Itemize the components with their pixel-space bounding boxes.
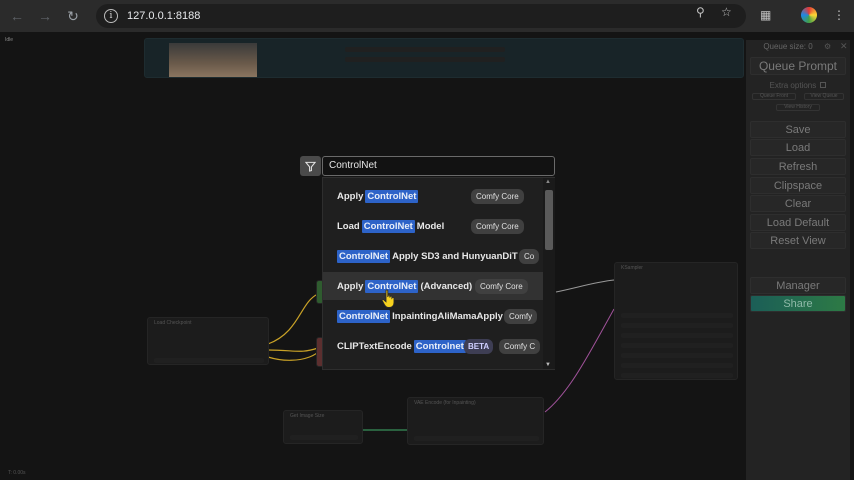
node-title: KSampler <box>621 265 643 271</box>
category-badge: Comfy Core <box>471 189 524 204</box>
vae-encode-node[interactable]: VAE Encode (for Inpainting) <box>407 397 544 445</box>
node-search-input[interactable]: ControlNet <box>322 156 555 176</box>
share-button[interactable]: Share <box>750 295 846 312</box>
search-results-list: Apply ControlNet Comfy Core Load Control… <box>322 177 555 370</box>
url-text: 127.0.0.1:8188 <box>127 10 201 22</box>
bookmark-star-icon[interactable]: ☆ <box>721 5 732 19</box>
kebab-menu-icon[interactable]: ⋮ <box>833 8 845 22</box>
node-title: VAE Encode (for Inpainting) <box>414 400 476 406</box>
filter-funnel-icon <box>305 161 316 172</box>
result-item[interactable]: ControlNet Apply SD3 and HunyuanDiT Co <box>323 242 543 270</box>
manager-button[interactable]: Manager <box>750 277 846 294</box>
gear-icon[interactable]: ⚙ <box>824 42 831 51</box>
scroll-up-arrow-icon[interactable]: ▲ <box>545 179 551 185</box>
refresh-button[interactable]: Refresh <box>750 158 846 175</box>
category-badge: Co <box>519 249 540 264</box>
result-match-highlight: Controlnet <box>413 339 466 353</box>
result-match-highlight: ControlNet <box>337 309 391 323</box>
ksampler-node[interactable]: KSampler <box>614 262 738 380</box>
result-suffix: (Advanced) <box>420 280 473 292</box>
close-icon[interactable]: ✕ <box>840 41 848 52</box>
category-badge: Comfy Core <box>471 219 524 234</box>
zoom-icon[interactable]: ⚲ <box>696 5 705 19</box>
reset-view-button[interactable]: Reset View <box>750 232 846 249</box>
node-title: Get Image Size <box>290 413 325 419</box>
result-suffix: InpaintingAliMamaApply <box>392 310 503 322</box>
result-prefix: Load <box>337 220 360 232</box>
info-icon[interactable]: i <box>104 9 118 23</box>
extra-options-label: Extra options <box>746 81 850 90</box>
view-history-button[interactable]: View History <box>776 104 820 111</box>
result-suffix: Apply SD3 and HunyuanDiT <box>392 250 518 262</box>
load-checkpoint-node[interactable]: Load Checkpoint <box>147 317 269 365</box>
address-bar[interactable]: i 127.0.0.1:8188 <box>96 4 746 28</box>
result-item-hovered[interactable]: Apply ControlNet (Advanced) Comfy Core <box>323 272 543 300</box>
result-item[interactable]: Apply ControlNet Comfy Core <box>323 182 543 210</box>
load-default-button[interactable]: Load Default <box>750 214 846 231</box>
queue-front-button[interactable]: Queue Front <box>752 93 796 100</box>
forward-arrow-icon[interactable]: → <box>34 5 56 27</box>
side-menu-panel: Queue size: 0 ⚙ ✕ Queue Prompt Extra opt… <box>746 40 850 480</box>
result-match-highlight: ControlNet <box>361 219 415 233</box>
extra-options-text: Extra options <box>769 81 817 90</box>
profile-avatar[interactable] <box>801 7 817 23</box>
result-match-highlight: ControlNet <box>365 189 419 203</box>
back-arrow-icon[interactable]: ← <box>6 5 28 27</box>
result-item[interactable]: Load ControlNet Model Comfy Core <box>323 212 543 240</box>
result-prefix: Apply <box>337 280 364 292</box>
result-item[interactable]: CLIPTextEncode Controlnet BETA Comfy C <box>323 332 543 360</box>
queue-size-label: Queue size: 0 <box>763 42 813 51</box>
queue-prompt-button[interactable]: Queue Prompt <box>750 57 846 75</box>
scroll-thumb[interactable] <box>545 190 553 250</box>
extensions-icon[interactable]: ▦ <box>760 8 771 22</box>
load-button[interactable]: Load <box>750 139 846 156</box>
filter-button[interactable] <box>300 156 321 176</box>
clear-button[interactable]: Clear <box>750 195 846 212</box>
result-prefix: Apply <box>337 190 364 202</box>
clipspace-button[interactable]: Clipspace <box>750 177 846 194</box>
result-prefix: CLIPTextEncode <box>337 340 412 352</box>
result-suffix: Model <box>416 220 445 232</box>
scroll-down-arrow-icon[interactable]: ▼ <box>545 362 551 368</box>
browser-toolbar: ← → ↻ i 127.0.0.1:8188 ⚲ ☆ ▦ ⋮ <box>0 0 854 32</box>
reload-icon[interactable]: ↻ <box>62 5 84 27</box>
category-badge: Comfy <box>504 309 538 324</box>
beta-badge: BETA <box>464 339 494 354</box>
category-badge: Comfy C <box>499 339 541 354</box>
result-match-highlight: ControlNet <box>337 249 391 263</box>
save-button[interactable]: Save <box>750 121 846 138</box>
node-title: Load Checkpoint <box>154 320 192 326</box>
results-scrollbar[interactable]: ▲ ▼ <box>543 178 555 369</box>
hand-pointer-cursor-icon <box>381 289 395 308</box>
result-item[interactable]: ControlNet InpaintingAliMamaApply Comfy <box>323 302 543 330</box>
extra-options-checkbox[interactable] <box>820 82 827 88</box>
get-image-size-node[interactable]: Get Image Size <box>283 410 363 444</box>
view-queue-button[interactable]: View Queue <box>804 93 844 100</box>
category-badge: Comfy Core <box>475 279 528 294</box>
